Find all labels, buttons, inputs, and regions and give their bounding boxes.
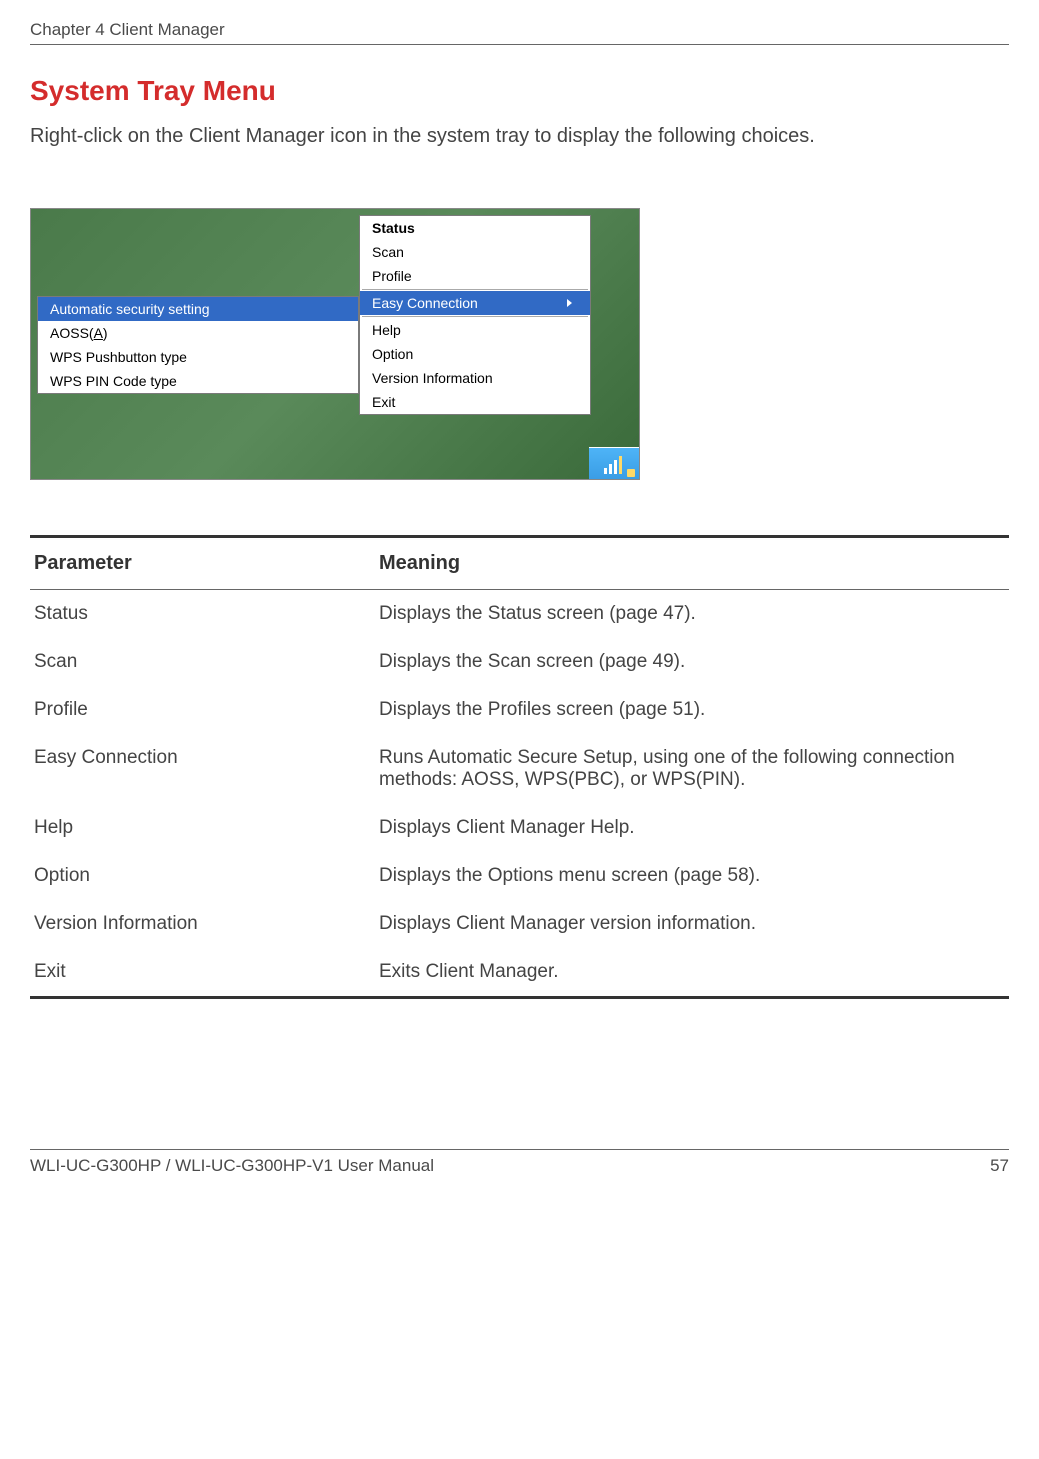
chapter-label: Chapter 4 Client Manager — [30, 20, 225, 39]
cell-param: Exit — [30, 948, 375, 998]
table-row: Option Displays the Options menu screen … — [30, 852, 1009, 900]
screenshot-image: Status Scan Profile Easy Connection Help… — [30, 208, 640, 480]
cell-param: Version Information — [30, 900, 375, 948]
menu-item-exit[interactable]: Exit — [360, 390, 590, 414]
table-row: Profile Displays the Profiles screen (pa… — [30, 686, 1009, 734]
menu-separator — [362, 316, 588, 317]
menu-label: Status — [372, 220, 415, 236]
menu-label: Easy Connection — [372, 295, 478, 311]
footer-model: WLI-UC-G300HP / WLI-UC-G300HP-V1 User Ma… — [30, 1156, 434, 1176]
signal-bar-icon — [609, 464, 612, 474]
signal-bar-icon — [619, 456, 622, 474]
table-row: Version Information Displays Client Mana… — [30, 900, 1009, 948]
menu-label: Help — [372, 322, 401, 338]
menu-item-option[interactable]: Option — [360, 342, 590, 366]
parameter-table: Parameter Meaning Status Displays the St… — [30, 535, 1009, 999]
lock-icon — [627, 469, 635, 477]
section-title: System Tray Menu — [30, 75, 1009, 107]
menu-label: Exit — [372, 394, 395, 410]
cell-meaning: Exits Client Manager. — [375, 948, 1009, 998]
table-row: Easy Connection Runs Automatic Secure Se… — [30, 734, 1009, 804]
system-tray — [589, 447, 639, 479]
table-row: Help Displays Client Manager Help. — [30, 804, 1009, 852]
submenu-label: WPS PIN Code type — [50, 373, 177, 389]
submenu-item-wps-push[interactable]: WPS Pushbutton type — [38, 345, 358, 369]
table-header-row: Parameter Meaning — [30, 537, 1009, 590]
menu-item-scan[interactable]: Scan — [360, 240, 590, 264]
menu-item-easy-connection[interactable]: Easy Connection — [360, 291, 590, 315]
submenu-label: Automatic security setting — [50, 301, 210, 317]
header-meaning: Meaning — [375, 537, 1009, 590]
cell-meaning: Displays the Status screen (page 47). — [375, 590, 1009, 639]
menu-label: Option — [372, 346, 413, 362]
menu-item-profile[interactable]: Profile — [360, 264, 590, 288]
menu-item-status[interactable]: Status — [360, 216, 590, 240]
header-parameter: Parameter — [30, 537, 375, 590]
cell-meaning: Runs Automatic Secure Setup, using one o… — [375, 734, 1009, 804]
submenu-item-auto-security[interactable]: Automatic security setting — [38, 297, 358, 321]
page-header: Chapter 4 Client Manager — [30, 20, 1009, 45]
cell-meaning: Displays Client Manager version informat… — [375, 900, 1009, 948]
signal-bar-icon — [614, 460, 617, 474]
table-row: Status Displays the Status screen (page … — [30, 590, 1009, 639]
cell-meaning: Displays the Profiles screen (page 51). — [375, 686, 1009, 734]
table-row: Scan Displays the Scan screen (page 49). — [30, 638, 1009, 686]
menu-item-help[interactable]: Help — [360, 318, 590, 342]
menu-item-version[interactable]: Version Information — [360, 366, 590, 390]
submenu-arrow-icon — [567, 299, 572, 307]
submenu-item-wps-pin[interactable]: WPS PIN Code type — [38, 369, 358, 393]
submenu-label: WPS Pushbutton type — [50, 349, 187, 365]
table-row: Exit Exits Client Manager. — [30, 948, 1009, 998]
menu-label: Version Information — [372, 370, 493, 386]
cell-param: Option — [30, 852, 375, 900]
cell-param: Help — [30, 804, 375, 852]
cell-param: Profile — [30, 686, 375, 734]
cell-param: Status — [30, 590, 375, 639]
footer-page-number: 57 — [990, 1156, 1009, 1176]
page-footer: WLI-UC-G300HP / WLI-UC-G300HP-V1 User Ma… — [30, 1149, 1009, 1176]
intro-text: Right-click on the Client Manager icon i… — [30, 125, 1009, 148]
cell-param: Scan — [30, 638, 375, 686]
signal-bar-icon — [604, 468, 607, 474]
cell-param: Easy Connection — [30, 734, 375, 804]
menu-label: Profile — [372, 268, 412, 284]
menu-label: Scan — [372, 244, 404, 260]
cell-meaning: Displays the Scan screen (page 49). — [375, 638, 1009, 686]
cell-meaning: Displays the Options menu screen (page 5… — [375, 852, 1009, 900]
submenu-label: AOSS(A) — [50, 325, 108, 341]
easy-connection-submenu: Automatic security setting AOSS(A) WPS P… — [37, 296, 359, 394]
menu-separator — [362, 289, 588, 290]
cell-meaning: Displays Client Manager Help. — [375, 804, 1009, 852]
client-manager-tray-icon[interactable] — [604, 454, 624, 474]
submenu-item-aoss[interactable]: AOSS(A) — [38, 321, 358, 345]
desktop-background: Status Scan Profile Easy Connection Help… — [31, 209, 639, 479]
context-menu: Status Scan Profile Easy Connection Help… — [359, 215, 591, 415]
